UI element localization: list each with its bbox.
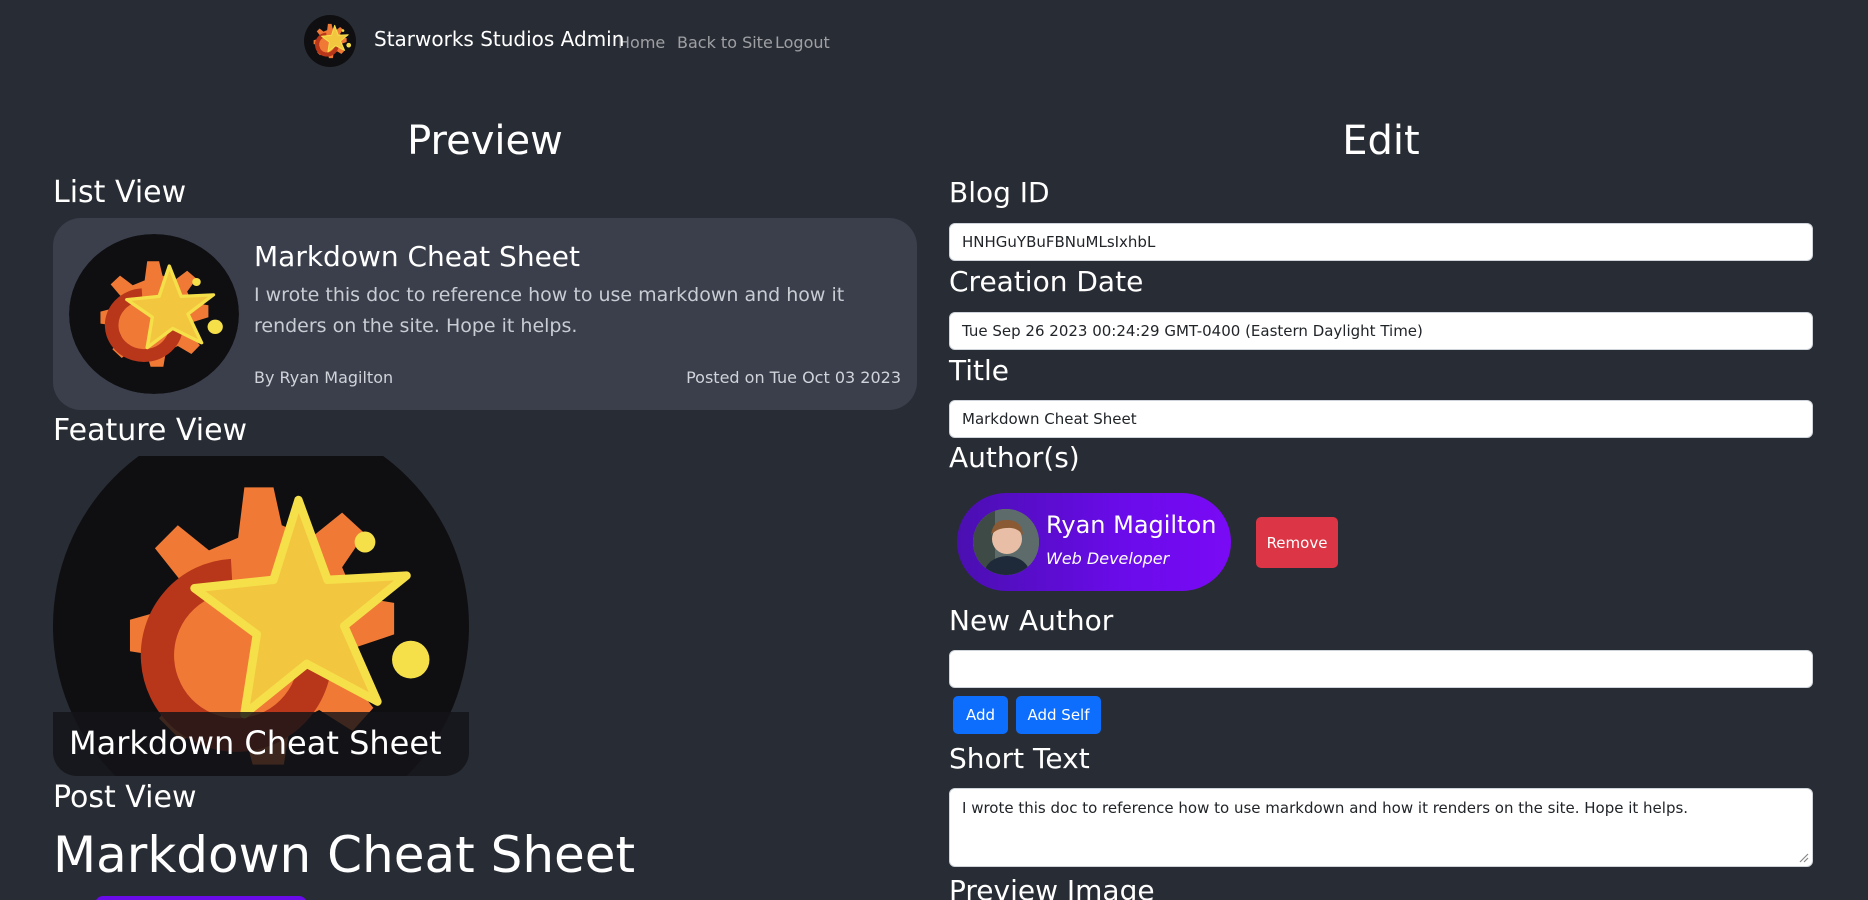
feature-caption: Markdown Cheat Sheet (53, 712, 469, 776)
avatar (973, 509, 1039, 575)
preview-heading: Preview (407, 118, 563, 164)
author-role: Web Developer (1046, 549, 1170, 568)
list-card-author: By Ryan Magilton (254, 368, 394, 387)
author-name: Ryan Magilton (1046, 511, 1217, 539)
blog-id-input[interactable]: HNHGuYBuFBNuMLsIxhbL (949, 223, 1813, 261)
post-view-label: Post View (53, 780, 197, 815)
title-input[interactable]: Markdown Cheat Sheet (949, 400, 1813, 438)
list-view-label: List View (53, 175, 187, 210)
preview-image-label: Preview Image (949, 874, 1155, 900)
new-author-input[interactable] (949, 650, 1813, 688)
short-text-value: I wrote this doc to reference how to use… (962, 799, 1689, 817)
nav-link-home[interactable]: Home (618, 33, 665, 52)
post-author-pill (95, 896, 307, 900)
list-card-description: I wrote this doc to reference how to use… (254, 284, 845, 337)
authors-label: Author(s) (949, 441, 1080, 474)
add-self-button[interactable]: Add Self (1016, 696, 1101, 734)
add-author-button[interactable]: Add (953, 696, 1008, 734)
short-text-label: Short Text (949, 742, 1090, 775)
nav-link-logout[interactable]: Logout (775, 33, 830, 52)
post-title: Markdown Cheat Sheet (53, 826, 636, 884)
navbar: Starworks Studios Admin Home Back to Sit… (0, 0, 1868, 84)
list-view-card[interactable]: Markdown Cheat Sheet I wrote this doc to… (53, 218, 917, 410)
short-text-textarea[interactable]: I wrote this doc to reference how to use… (949, 788, 1813, 867)
blog-id-label: Blog ID (949, 176, 1050, 209)
author-chip: Ryan Magilton Web Developer (957, 493, 1231, 591)
feature-view-label: Feature View (53, 413, 248, 448)
nav-link-back-to-site[interactable]: Back to Site (677, 33, 773, 52)
feature-view-card[interactable]: Markdown Cheat Sheet (53, 456, 469, 776)
post-thumbnail-image (69, 234, 239, 394)
list-card-date: Posted on Tue Oct 03 2023 (686, 368, 901, 387)
creation-date-input[interactable]: Tue Sep 26 2023 00:24:29 GMT-0400 (Easte… (949, 312, 1813, 350)
brand-name[interactable]: Starworks Studios Admin (374, 27, 624, 51)
title-label: Title (949, 354, 1010, 387)
feature-title: Markdown Cheat Sheet (69, 724, 442, 762)
new-author-label: New Author (949, 604, 1114, 637)
resize-handle-icon[interactable] (1797, 851, 1809, 863)
edit-heading: Edit (1342, 118, 1420, 164)
creation-date-label: Creation Date (949, 265, 1144, 298)
list-card-title: Markdown Cheat Sheet (254, 240, 581, 273)
gear-star-logo-icon[interactable] (304, 15, 356, 67)
remove-author-button[interactable]: Remove (1256, 517, 1338, 568)
